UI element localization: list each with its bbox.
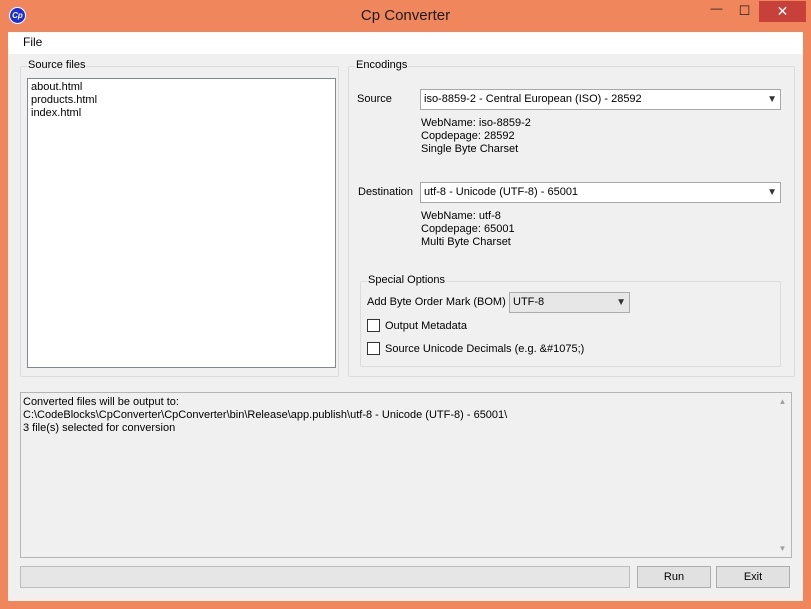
- list-item[interactable]: about.html: [31, 81, 332, 94]
- destination-webname: WebName: utf-8: [421, 210, 501, 222]
- conversion-progress-bar: [20, 566, 630, 588]
- minimize-button[interactable]: —: [703, 1, 730, 22]
- special-options-legend: Special Options: [367, 274, 447, 286]
- app-window: Cp Cp Converter — ☐ ✕ File Source files …: [0, 0, 811, 609]
- destination-encoding-select[interactable]: utf-8 - Unicode (UTF-8) - 65001 ▼: [420, 182, 781, 203]
- source-files-legend: Source files: [27, 59, 87, 71]
- arrow-up-icon[interactable]: ▲: [774, 393, 791, 410]
- title-bar[interactable]: Cp Cp Converter — ☐ ✕: [0, 0, 811, 32]
- arrow-down-icon[interactable]: ▼: [774, 540, 791, 557]
- window-title: Cp Converter: [360, 7, 451, 24]
- log-line: C:\CodeBlocks\CpConverter\CpConverter\bi…: [23, 409, 508, 421]
- log-line: Converted files will be output to:: [23, 396, 179, 408]
- unicode-decimals-checkbox[interactable]: [367, 342, 380, 355]
- destination-codepage: Copdepage: 65001: [421, 223, 515, 235]
- maximize-button[interactable]: ☐: [731, 1, 758, 22]
- list-item[interactable]: products.html: [31, 94, 332, 107]
- source-encoding-label: Source: [357, 93, 392, 105]
- encodings-legend: Encodings: [355, 59, 409, 71]
- menu-file[interactable]: File: [23, 35, 42, 49]
- chevron-down-icon: ▼: [767, 94, 777, 105]
- menu-bar: File: [8, 32, 803, 54]
- chevron-down-icon: ▼: [767, 187, 777, 198]
- output-log[interactable]: Converted files will be output to: C:\Co…: [20, 392, 792, 558]
- vertical-scrollbar[interactable]: ▲ ▼: [774, 393, 791, 557]
- output-metadata-checkbox[interactable]: [367, 319, 380, 332]
- bom-select[interactable]: UTF-8 ▼: [509, 292, 630, 313]
- source-charset: Single Byte Charset: [421, 143, 519, 155]
- chevron-down-icon: ▼: [616, 297, 626, 308]
- source-webname: WebName: iso-8859-2: [421, 117, 531, 129]
- client-area: File Source files about.html products.ht…: [8, 32, 803, 601]
- output-metadata-label[interactable]: Output Metadata: [385, 320, 467, 332]
- exit-button[interactable]: Exit: [716, 566, 790, 588]
- destination-charset: Multi Byte Charset: [421, 236, 511, 248]
- destination-encoding-value: utf-8 - Unicode (UTF-8) - 65001: [424, 186, 579, 198]
- list-item[interactable]: index.html: [31, 107, 332, 120]
- unicode-decimals-label[interactable]: Source Unicode Decimals (e.g. &#1075;): [385, 343, 584, 355]
- source-encoding-value: iso-8859-2 - Central European (ISO) - 28…: [424, 93, 642, 105]
- bom-label: Add Byte Order Mark (BOM): [367, 296, 506, 308]
- run-button[interactable]: Run: [637, 566, 711, 588]
- source-codepage: Copdepage: 28592: [421, 130, 515, 142]
- close-button[interactable]: ✕: [759, 1, 806, 22]
- destination-encoding-label: Destination: [358, 186, 414, 198]
- output-log-text: Converted files will be output to: C:\Co…: [23, 396, 507, 435]
- bom-value: UTF-8: [513, 296, 545, 308]
- source-encoding-select[interactable]: iso-8859-2 - Central European (ISO) - 28…: [420, 89, 781, 110]
- log-line: 3 file(s) selected for conversion: [23, 422, 176, 434]
- source-files-list[interactable]: about.html products.html index.html: [27, 78, 336, 368]
